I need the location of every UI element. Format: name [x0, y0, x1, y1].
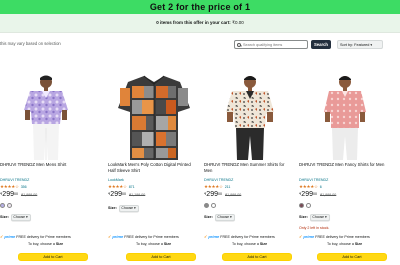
product-price: ₹299 00 [0, 191, 18, 198]
delivery-note: To buy, choose a Size [28, 242, 64, 246]
size-dropdown[interactable]: Choose ▾ [10, 214, 31, 221]
offer-cart-amount: ₹0.00 [232, 20, 244, 25]
add-to-cart-button[interactable]: Add to Cart [18, 253, 88, 261]
star-rating-icon: ★★★★☆ [204, 184, 223, 189]
star-rating-icon: ★★★★☆ [0, 184, 19, 189]
product-rating[interactable]: ★★★★☆ 211 [204, 184, 230, 190]
product-brand[interactable]: DHRUVI TRENDZ [299, 178, 328, 182]
product-title[interactable]: LookMark Men's Poly Cotton Digital Print… [108, 162, 196, 174]
sort-dropdown[interactable]: Sort by: Featured ▾ [337, 40, 383, 49]
size-dropdown[interactable]: Choose ▾ [309, 214, 330, 221]
sort-label: Sort by: Featured [340, 42, 370, 47]
size-label: Size: [299, 215, 308, 220]
prime-logo: prime [112, 234, 124, 239]
rating-count[interactable]: 211 [225, 185, 231, 189]
product-image-printed-shirt[interactable] [210, 72, 290, 162]
rating-count[interactable]: 871 [129, 185, 135, 189]
product-image-pink-shirt[interactable] [305, 72, 385, 162]
search-input[interactable] [243, 42, 307, 47]
check-icon: ✓ [108, 234, 112, 239]
search-icon [237, 42, 241, 47]
product-rating[interactable]: ★★★★☆ 871 [108, 184, 135, 190]
add-to-cart-button[interactable]: Add to Cart [126, 253, 196, 261]
size-row: Size: Choose ▾ [0, 214, 31, 221]
price-row: ₹299 00 ₹1,999.00 [299, 191, 336, 198]
prime-logo: prime [208, 234, 220, 239]
offer-cart-count: 0 items from this offer in your cart: [156, 20, 231, 25]
check-icon: ✓ [0, 234, 4, 239]
product-mrp: ₹1,999.00 [319, 193, 337, 197]
stock-warning: Only 2 left in stock. [299, 226, 330, 230]
product-grid: DHRUVI TRENDZ Men Mens Shirt DHRUVI TREN… [0, 57, 400, 265]
product-title[interactable]: DHRUVI TRENDZ Men Fancy Shirts for Men [299, 162, 387, 168]
product-card[interactable]: DHRUVI TRENDZ Men Summer Shirts for Men … [204, 57, 294, 265]
color-swatch[interactable] [299, 203, 304, 208]
color-swatches [204, 203, 216, 208]
color-swatch[interactable] [204, 203, 209, 208]
product-price: ₹299 00 [299, 191, 317, 198]
prime-logo: prime [303, 234, 315, 239]
color-swatch[interactable] [306, 203, 311, 208]
product-mrp: ₹1,999.00 [224, 193, 242, 197]
delivery-note: To buy, choose a Size [327, 242, 363, 246]
delivery-note: To buy, choose a Size [232, 242, 268, 246]
offer-title: Get 2 for the price of 1 [149, 2, 251, 12]
add-to-cart-button[interactable]: Add to Cart [222, 253, 292, 261]
star-rating-icon: ★★★★☆ [108, 184, 127, 189]
prime-delivery: ✓ prime FREE delivery for Prime members [204, 234, 275, 239]
rating-count[interactable]: 356 [21, 185, 27, 189]
check-icon: ✓ [204, 234, 208, 239]
chevron-down-icon: ▾ [370, 42, 373, 47]
size-row: Size: Choose ▾ [299, 214, 330, 221]
product-price: ₹299 00 [204, 191, 222, 198]
product-card[interactable]: DHRUVI TRENDZ Men Mens Shirt DHRUVI TREN… [0, 57, 90, 265]
size-row: Size: Choose ▾ [204, 214, 235, 221]
product-mrp: ₹1,199.00 [128, 193, 146, 197]
star-rating-icon: ★★★★☆ [299, 184, 318, 189]
product-image-patchwork-shirt[interactable] [114, 72, 194, 162]
check-icon: ✓ [299, 234, 303, 239]
product-rating[interactable]: ★★★★☆ 6 [299, 184, 322, 190]
product-price: ₹299 00 [108, 191, 126, 198]
product-card[interactable]: LookMark Men's Poly Cotton Digital Print… [108, 57, 198, 265]
product-brand[interactable]: DHRUVI TRENDZ [0, 178, 29, 182]
product-card[interactable]: DHRUVI TRENDZ Men Fancy Shirts for Men D… [299, 57, 389, 265]
product-rating[interactable]: ★★★★☆ 356 [0, 184, 27, 190]
size-dropdown[interactable]: Choose ▾ [118, 205, 139, 212]
size-label: Size: [204, 215, 213, 220]
delivery-note: To buy, choose a Size [136, 242, 172, 246]
product-brand[interactable]: DHRUVI TRENDZ [204, 178, 233, 182]
size-label: Size: [108, 206, 117, 211]
color-swatches [0, 203, 12, 208]
prime-logo: prime [4, 234, 16, 239]
size-label: Size: [0, 215, 9, 220]
size-row: Size: Choose ▾ [108, 205, 139, 212]
size-dropdown[interactable]: Choose ▾ [214, 214, 235, 221]
prime-delivery: ✓ prime FREE delivery for Prime members [108, 234, 179, 239]
color-swatch[interactable] [0, 203, 5, 208]
filter-bar: this may vary based on selection Search … [0, 35, 400, 55]
price-row: ₹299 00 ₹1,199.00 [108, 191, 145, 198]
price-row: ₹299 00 ₹1,999.00 [0, 191, 37, 198]
search-button[interactable]: Search [311, 40, 331, 49]
product-title[interactable]: DHRUVI TRENDZ Men Mens Shirt [0, 162, 88, 168]
filter-note: this may vary based on selection [0, 41, 61, 46]
price-row: ₹299 00 ₹1,999.00 [204, 191, 241, 198]
add-to-cart-button[interactable]: Add to Cart [317, 253, 387, 261]
rating-count[interactable]: 6 [320, 185, 322, 189]
offer-banner: Get 2 for the price of 1 [0, 0, 400, 14]
color-swatch[interactable] [7, 203, 12, 208]
color-swatch[interactable] [211, 203, 216, 208]
search-box[interactable] [234, 40, 308, 49]
offer-cart-status: 0 items from this offer in your cart: ₹0… [0, 14, 400, 33]
product-brand[interactable]: LookMark [108, 178, 124, 182]
product-image-lilac-shirt[interactable] [6, 72, 86, 162]
product-title[interactable]: DHRUVI TRENDZ Men Summer Shirts for Men [204, 162, 292, 174]
prime-delivery: ✓ prime FREE delivery for Prime members [299, 234, 370, 239]
product-mrp: ₹1,999.00 [20, 193, 38, 197]
prime-delivery: ✓ prime FREE delivery for Prime members [0, 234, 71, 239]
color-swatches [299, 203, 311, 208]
